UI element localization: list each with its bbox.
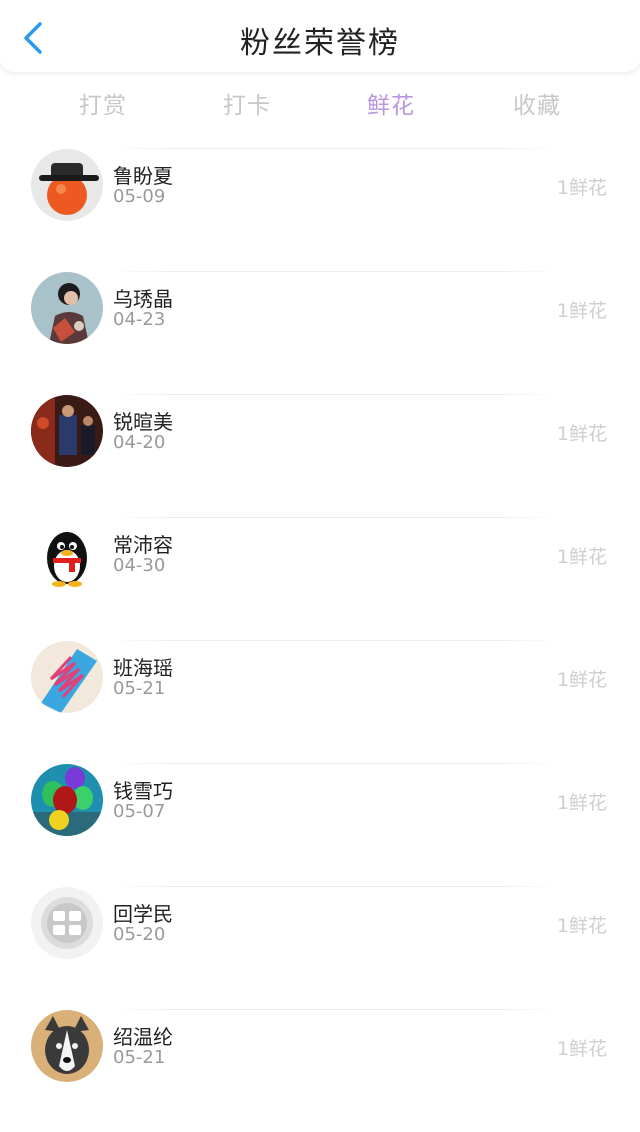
- list-item[interactable]: 常沛容 04-30 1鲜花: [0, 517, 640, 640]
- tab-favorites[interactable]: 收藏: [513, 86, 561, 120]
- avatar[interactable]: [31, 641, 103, 713]
- top-navigation-bar: 粉丝荣誉榜: [0, 0, 640, 72]
- tab-checkin[interactable]: 打卡: [223, 86, 271, 120]
- fan-name: 常沛容: [113, 533, 173, 557]
- fan-date: 04-30: [113, 555, 166, 576]
- husky-dog-avatar: [31, 1010, 103, 1082]
- fan-name: 乌琇晶: [113, 287, 173, 311]
- tab-flowers[interactable]: 鲜花: [367, 86, 415, 120]
- tab-reward[interactable]: 打赏: [79, 86, 127, 120]
- list-item[interactable]: 绍温纶 05-21 1鲜花: [0, 1009, 640, 1132]
- qq-penguin-avatar: [31, 518, 103, 590]
- fan-name: 鲁盼夏: [113, 164, 173, 188]
- flower-count: 1鲜花: [556, 300, 607, 322]
- divider: [110, 640, 560, 641]
- fan-date: 04-23: [113, 309, 166, 330]
- list-item[interactable]: 乌琇晶 04-23 1鲜花: [0, 271, 640, 394]
- divider: [110, 394, 560, 395]
- flower-count: 1鲜花: [556, 177, 607, 199]
- avatar[interactable]: [31, 272, 103, 344]
- list-item[interactable]: 钱雪巧 05-07 1鲜花: [0, 763, 640, 886]
- list-item[interactable]: 鲁盼夏 05-09 1鲜花: [0, 148, 640, 271]
- fan-date: 05-20: [113, 924, 166, 945]
- fan-name: 回学民: [113, 902, 173, 926]
- fan-date: 04-20: [113, 432, 166, 453]
- avatar[interactable]: [31, 887, 103, 959]
- flower-count: 1鲜花: [556, 669, 607, 691]
- list-item[interactable]: 回学民 05-20 1鲜花: [0, 886, 640, 1009]
- fan-name: 绍温纶: [113, 1025, 173, 1049]
- fan-ranking-list: 鲁盼夏 05-09 1鲜花 乌琇晶 04-23 1鲜花 锐暄美 04-20 1鲜…: [0, 148, 640, 1132]
- list-item[interactable]: 锐暄美 04-20 1鲜花: [0, 394, 640, 517]
- avatar[interactable]: [31, 149, 103, 221]
- fan-name: 班海瑶: [113, 656, 173, 680]
- divider: [110, 1009, 560, 1010]
- divider: [110, 271, 560, 272]
- balloons-avatar: [31, 764, 103, 836]
- hat-orange-avatar: [31, 149, 103, 221]
- stage-photo-avatar: [31, 395, 103, 467]
- list-item[interactable]: 班海瑶 05-21 1鲜花: [0, 640, 640, 763]
- fan-date: 05-21: [113, 678, 166, 699]
- flower-count: 1鲜花: [556, 423, 607, 445]
- avatar[interactable]: [31, 395, 103, 467]
- divider: [110, 148, 560, 149]
- tab-bar: 打赏 打卡 鲜花 收藏: [0, 80, 640, 124]
- flower-count: 1鲜花: [556, 792, 607, 814]
- avatar[interactable]: [31, 1010, 103, 1082]
- divider: [110, 886, 560, 887]
- stamp-avatar: [31, 887, 103, 959]
- woman-portrait-avatar: [31, 272, 103, 344]
- fan-date: 05-09: [113, 186, 166, 207]
- fan-name: 锐暄美: [113, 410, 173, 434]
- divider: [110, 763, 560, 764]
- flower-count: 1鲜花: [556, 915, 607, 937]
- avatar[interactable]: [31, 764, 103, 836]
- flower-count: 1鲜花: [556, 1038, 607, 1060]
- fan-date: 05-07: [113, 801, 166, 822]
- divider: [110, 517, 560, 518]
- fan-name: 钱雪巧: [113, 779, 173, 803]
- shoe-laces-avatar: [31, 641, 103, 713]
- page-title: 粉丝荣誉榜: [240, 26, 400, 61]
- avatar[interactable]: [31, 518, 103, 590]
- fan-date: 05-21: [113, 1047, 166, 1068]
- flower-count: 1鲜花: [556, 546, 607, 568]
